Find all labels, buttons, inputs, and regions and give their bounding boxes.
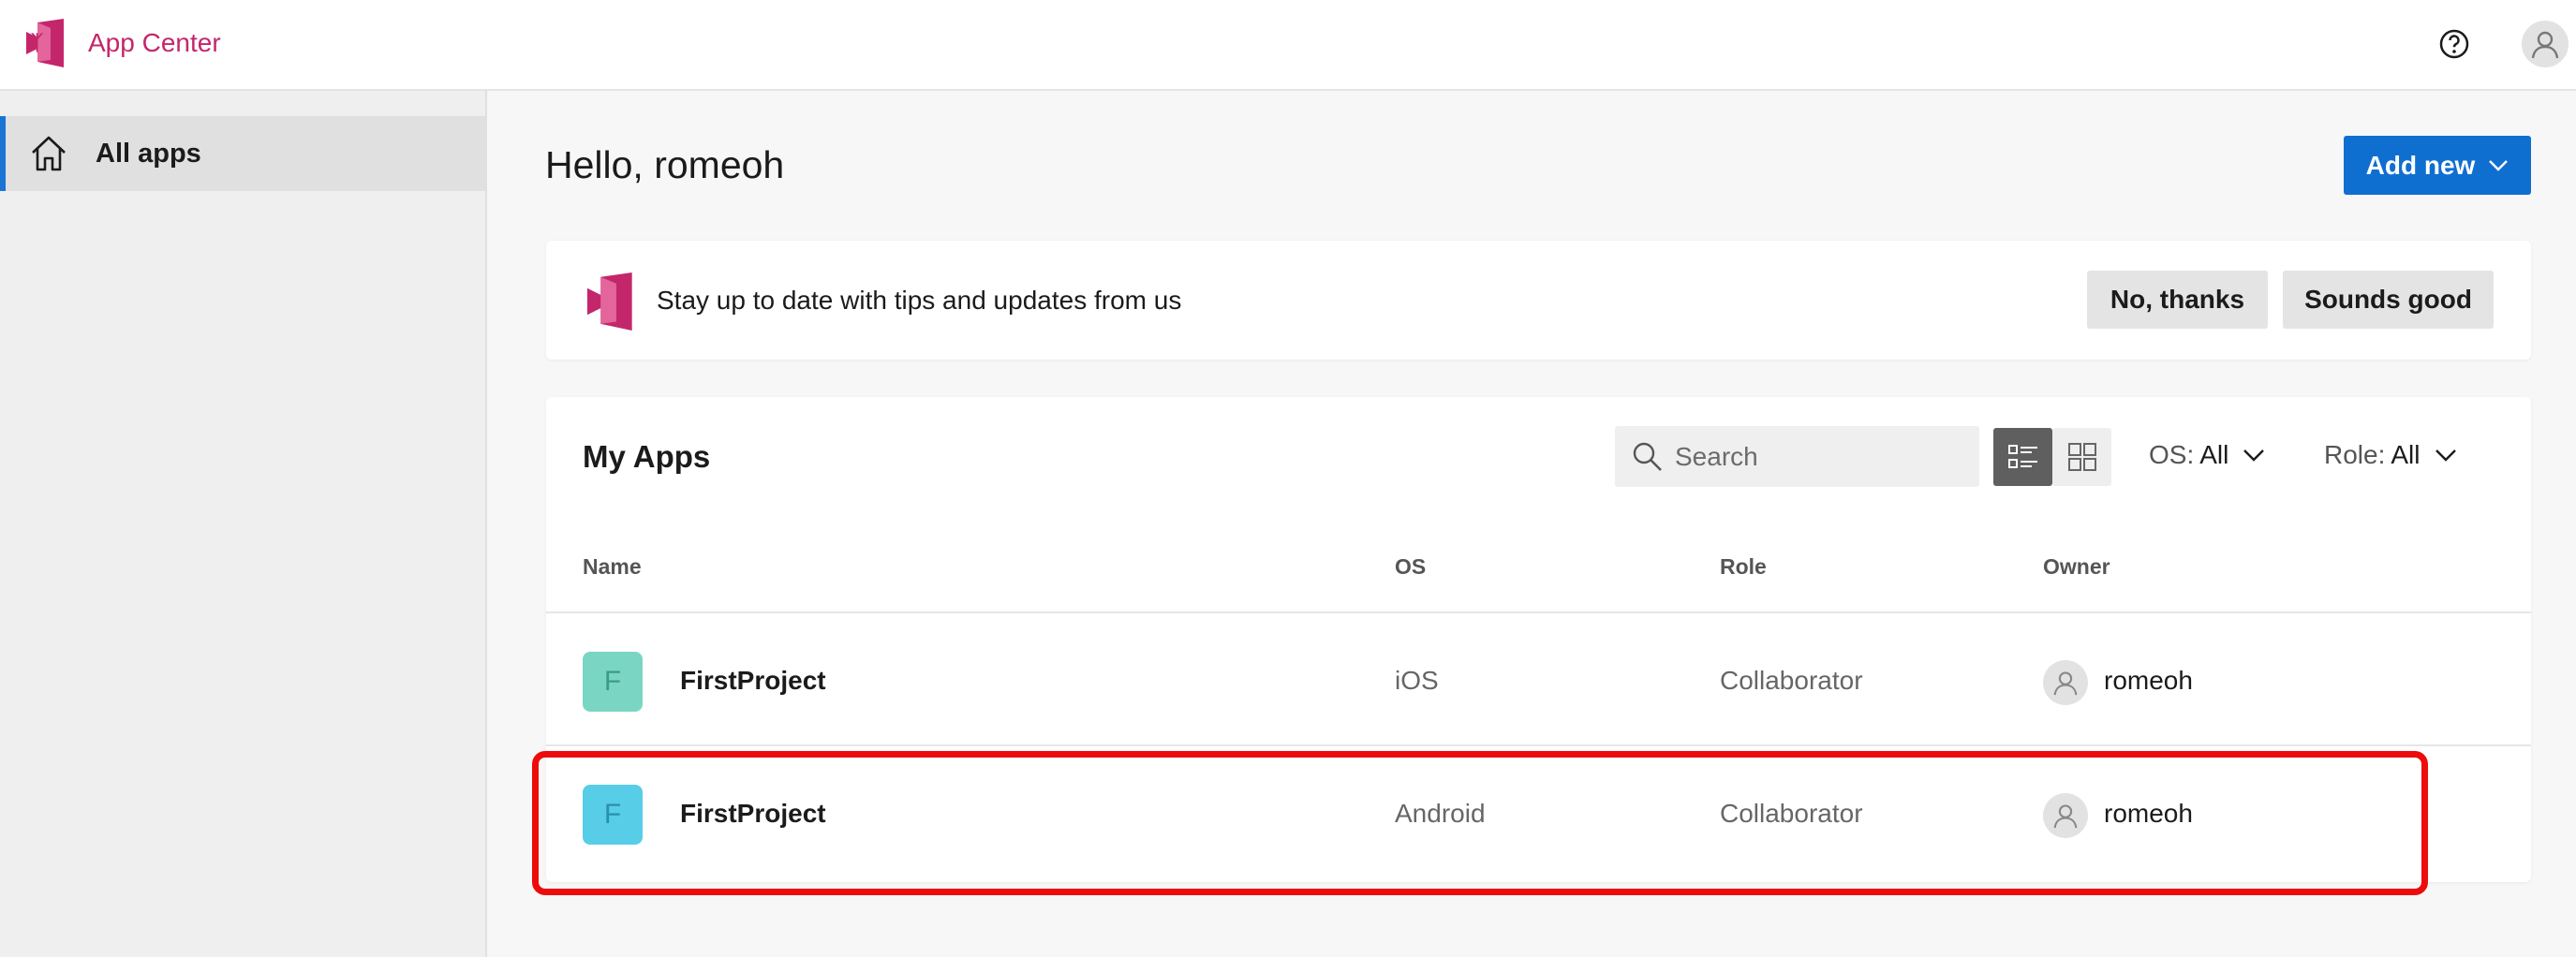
app-icon: F [583, 785, 643, 845]
app-os: Android [1395, 799, 1486, 828]
grid-view-button[interactable] [2052, 428, 2111, 486]
chevron-down-icon [2435, 449, 2456, 462]
app-owner: romeoh [2104, 799, 2193, 828]
my-apps-title: My Apps [583, 439, 711, 474]
app-name[interactable]: FirstProject [680, 799, 826, 829]
sidebar-item-all-apps[interactable]: All apps [0, 116, 485, 191]
role-filter-value: All [2391, 440, 2421, 469]
chevron-down-icon [2243, 449, 2265, 462]
search-input[interactable] [1675, 441, 1956, 472]
owner-avatar [2043, 660, 2088, 705]
role-filter-dropdown[interactable]: Role: All [2324, 440, 2458, 470]
sounds-good-button[interactable]: Sounds good [2283, 271, 2494, 329]
column-header-name[interactable]: Name [583, 554, 642, 580]
os-filter-dropdown[interactable]: OS: All [2149, 440, 2266, 470]
os-filter-value: All [2199, 440, 2229, 469]
home-icon [32, 136, 66, 171]
chevron-down-icon [2489, 159, 2509, 171]
person-icon [2531, 31, 2559, 59]
grid-view-icon [2067, 443, 2096, 471]
sidebar: All apps [0, 91, 487, 957]
app-title: App Center [88, 28, 221, 57]
app-name[interactable]: FirstProject [680, 666, 826, 696]
os-filter-label: OS: [2149, 440, 2195, 469]
table-row[interactable]: F FirstProject Android Collaborator rome… [546, 744, 2531, 877]
list-view-icon [2007, 445, 2037, 468]
page-title: Hello, romeoh [545, 143, 785, 186]
user-avatar[interactable] [2522, 21, 2569, 67]
app-role: Collaborator [1720, 666, 1863, 695]
apps-table: F FirstProject iOS Collaborator romeoh F… [546, 611, 2531, 877]
person-icon [2053, 804, 2078, 829]
app-icon: F [583, 652, 643, 712]
brand[interactable]: ᛉ App Center [24, 19, 221, 67]
app-initial: F [603, 666, 622, 697]
no-thanks-button[interactable]: No, thanks [2087, 271, 2268, 329]
app-role: Collaborator [1720, 799, 1863, 828]
svg-text:ᛉ: ᛉ [31, 31, 44, 54]
owner-avatar [2043, 793, 2088, 838]
tips-text: Stay up to date with tips and updates fr… [657, 286, 1182, 315]
my-apps-panel: My Apps OS: All Role: All [546, 397, 2531, 882]
table-row[interactable]: F FirstProject iOS Collaborator romeoh [546, 611, 2531, 744]
column-header-os[interactable]: OS [1395, 554, 1426, 580]
app-center-logo-icon [586, 272, 632, 331]
role-filter-label: Role: [2324, 440, 2386, 469]
sidebar-item-label: All apps [96, 138, 201, 169]
list-view-button[interactable] [1993, 428, 2052, 486]
add-new-label: Add new [2365, 150, 2476, 180]
search-icon [1633, 442, 1662, 471]
add-new-button[interactable]: Add new [2344, 136, 2531, 195]
help-circle-icon[interactable] [2438, 28, 2470, 60]
app-os: iOS [1395, 666, 1439, 695]
person-icon [2053, 671, 2078, 696]
app-owner: romeoh [2104, 666, 2193, 695]
app-initial: F [603, 799, 622, 830]
column-header-owner[interactable]: Owner [2043, 554, 2110, 580]
app-center-logo-icon: ᛉ [26, 19, 64, 67]
top-bar: ᛉ App Center [0, 0, 2576, 91]
column-header-role[interactable]: Role [1720, 554, 1767, 580]
tips-banner: Stay up to date with tips and updates fr… [546, 241, 2531, 360]
search-box[interactable] [1615, 426, 1979, 487]
